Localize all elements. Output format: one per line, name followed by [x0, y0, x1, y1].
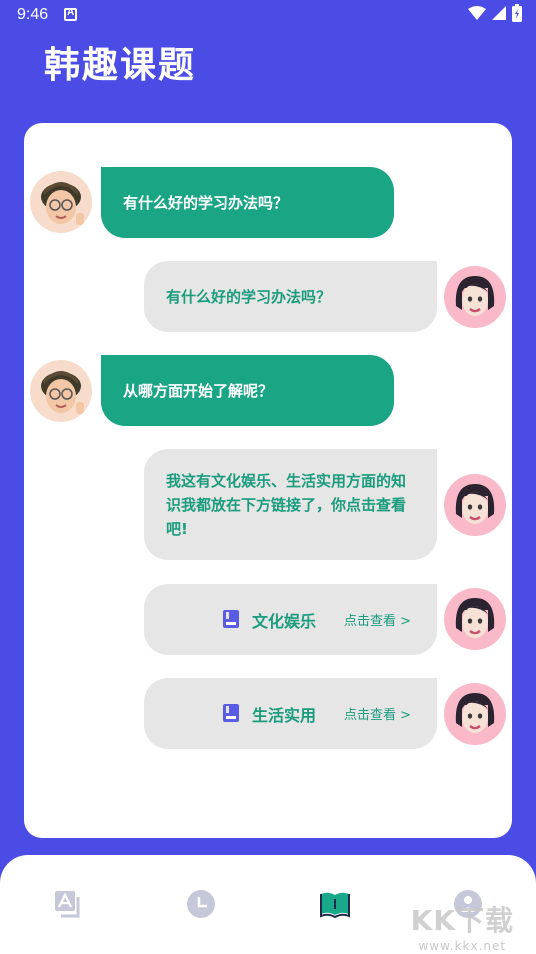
- user-avatar: [444, 266, 506, 328]
- user-avatar: [444, 683, 506, 745]
- message-text: 有什么好的学习办法吗？: [123, 193, 289, 212]
- link-label: 文化娱乐: [252, 612, 317, 631]
- status-icons: [468, 4, 522, 22]
- message-text: 有什么好的学习办法吗？: [166, 287, 332, 306]
- watermark: KK下载 www.kkx.net: [411, 899, 514, 953]
- battery-icon: [512, 4, 522, 22]
- translate-icon: [55, 891, 80, 918]
- link-label: 生活实用: [252, 706, 317, 725]
- clock-icon: [187, 890, 215, 918]
- chat-bubble-sent: 有什么好的学习办法吗？: [144, 261, 437, 332]
- nav-courses[interactable]: [318, 887, 352, 921]
- wifi-icon: [468, 6, 486, 20]
- book-icon: [223, 610, 239, 628]
- status-time: 9:46: [17, 6, 49, 23]
- user-avatar: [444, 588, 506, 650]
- book-icon: [223, 704, 239, 722]
- nav-history[interactable]: [184, 887, 218, 921]
- app-title: 韩趣课题: [44, 45, 197, 86]
- view-link[interactable]: 点击查看 >: [344, 704, 411, 723]
- bottom-nav: KK下载 www.kkx.net: [0, 855, 536, 954]
- message-text: 我这有文化娱乐、生活实用方面的知识我都放在下方链接了，你点击查看吧!: [166, 471, 407, 538]
- chat-bubble-received: 有什么好的学习办法吗？: [101, 167, 394, 238]
- watermark-logo: KK下载: [410, 904, 514, 937]
- chat-bubble-received: 从哪方面开始了解呢？: [101, 355, 394, 426]
- chat-bubble-sent: 我这有文化娱乐、生活实用方面的知识我都放在下方链接了，你点击查看吧!: [144, 449, 437, 560]
- message-text: 从哪方面开始了解呢？: [123, 381, 274, 400]
- signal-icon: [492, 6, 506, 20]
- accessibility-icon: [64, 7, 77, 21]
- nav-translate[interactable]: [51, 887, 85, 921]
- link-life-practical[interactable]: 生活实用 点击查看 >: [144, 678, 437, 749]
- view-link[interactable]: 点击查看 >: [344, 610, 411, 629]
- teacher-avatar: [30, 360, 92, 422]
- chat-card: 有什么好的学习办法吗？ 有什么好的学习办法吗？ 从哪方面开始了解呢？ 我这有文化…: [24, 123, 512, 838]
- watermark-url: www.kkx.net: [418, 939, 507, 953]
- book-icon: [320, 892, 350, 918]
- teacher-avatar: [30, 171, 92, 233]
- user-avatar: [444, 474, 506, 536]
- link-culture-entertainment[interactable]: 文化娱乐 点击查看 >: [144, 584, 437, 655]
- status-bar: 9:46: [0, 0, 536, 30]
